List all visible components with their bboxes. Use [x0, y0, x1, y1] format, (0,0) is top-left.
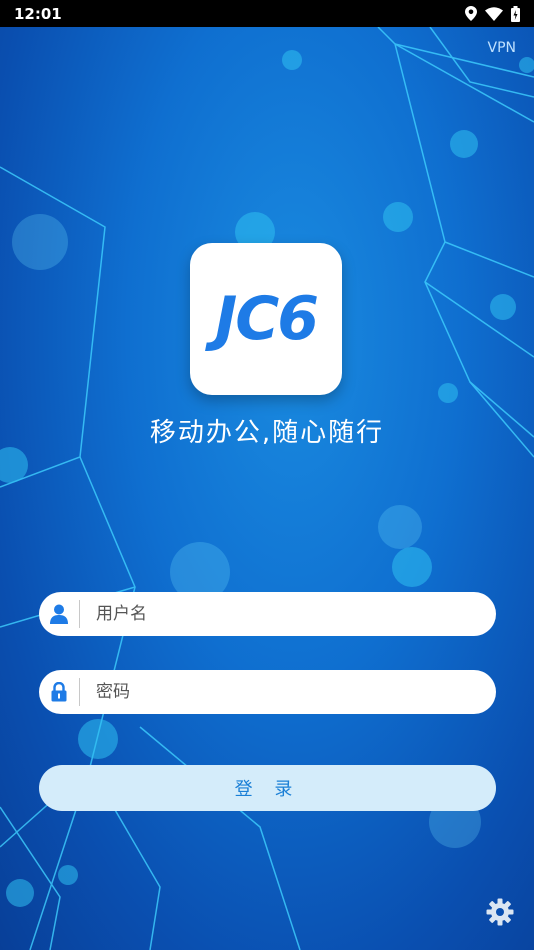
username-input[interactable]	[94, 603, 496, 625]
wifi-icon	[485, 6, 503, 21]
user-icon	[39, 604, 79, 624]
vpn-link[interactable]: VPN	[488, 40, 517, 56]
app-slogan: 移动办公,随心随行	[149, 418, 385, 448]
status-time: 12:01	[14, 4, 62, 23]
lock-icon	[39, 682, 79, 702]
location-icon	[465, 6, 477, 21]
status-icons	[465, 5, 520, 22]
password-separator	[79, 678, 80, 706]
background-network-decoration	[0, 27, 534, 950]
password-input[interactable]	[94, 681, 496, 703]
app-logo-text: JC6	[214, 284, 319, 354]
battery-icon	[511, 5, 520, 22]
status-bar: 12:01	[0, 0, 534, 27]
password-field[interactable]	[39, 670, 496, 714]
app-logo: JC6	[190, 243, 342, 395]
login-button[interactable]: 登 录	[39, 765, 496, 811]
username-field[interactable]	[39, 592, 496, 636]
gear-icon[interactable]	[486, 898, 514, 930]
username-separator	[79, 600, 80, 628]
